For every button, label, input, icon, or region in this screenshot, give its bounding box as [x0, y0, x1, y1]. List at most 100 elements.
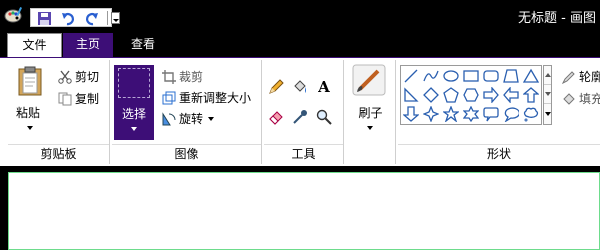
tab-view[interactable]: 查看: [118, 33, 168, 57]
customize-qat-button[interactable]: [111, 12, 120, 24]
rounded-rectangle-shape-icon: [483, 70, 499, 82]
eraser-tool[interactable]: [266, 107, 286, 127]
shapes-gallery-scrollbar[interactable]: [543, 65, 552, 125]
scroll-down-button[interactable]: [544, 85, 551, 104]
shape-right-triangle[interactable]: [402, 86, 420, 104]
image-group-label: 图像: [112, 144, 261, 162]
clipboard-group: 粘贴 剪切 复制 剪贴板: [8, 60, 110, 164]
outline-button[interactable]: 轮廓: [562, 68, 600, 85]
pencil-tool[interactable]: [266, 77, 286, 97]
save-icon: [37, 11, 51, 25]
paste-dropdown-arrow-icon[interactable]: [27, 126, 33, 130]
shape-left-arrow[interactable]: [502, 86, 520, 104]
shape-rounded-callout[interactable]: [482, 105, 500, 123]
color-picker-tool[interactable]: [290, 107, 310, 127]
shape-four-point-star[interactable]: [422, 105, 440, 123]
oval-callout-shape-icon: [504, 107, 519, 122]
ribbon-tabs: 文件 主页 查看: [0, 30, 600, 57]
brushes-group[interactable]: 刷子: [346, 60, 396, 164]
shape-down-arrow[interactable]: [402, 105, 420, 123]
rotate-icon: [162, 111, 176, 125]
paste-label: 粘贴: [16, 106, 41, 120]
outline-pen-icon: [562, 70, 575, 84]
fill-tool[interactable]: [290, 77, 310, 97]
magnifier-icon: [316, 109, 332, 125]
tab-file[interactable]: 文件: [7, 33, 62, 57]
shape-five-point-star[interactable]: [442, 105, 460, 123]
title-bar: 无标题 - 画图: [0, 0, 600, 30]
up-arrow-shape-icon: [523, 87, 539, 103]
gallery-expand-button[interactable]: [544, 105, 551, 124]
cut-label: 剪切: [75, 70, 100, 84]
paint-app-icon[interactable]: [4, 7, 24, 23]
window-title: 无标题 - 画图: [518, 11, 596, 26]
save-button[interactable]: [35, 10, 53, 26]
chevron-down-icon: [545, 92, 551, 96]
cloud-callout-shape-icon: [523, 107, 539, 122]
ribbon: 粘贴 剪切 复制 剪贴板 选择 裁剪 重新调整大小 旋转 图像 A 工具 刷子 …: [0, 57, 600, 166]
polygon-shape-icon: [503, 69, 519, 83]
undo-icon: [61, 12, 74, 25]
shape-right-arrow[interactable]: [482, 86, 500, 104]
eyedropper-icon: [293, 110, 307, 124]
triangle-shape-icon: [523, 68, 539, 83]
rotate-button[interactable]: 旋转: [162, 110, 215, 127]
quick-access-toolbar: [30, 8, 120, 27]
six-point-star-shape-icon: [463, 106, 479, 122]
shape-rectangle[interactable]: [462, 67, 480, 85]
select-button[interactable]: 选择: [114, 65, 154, 140]
oval-shape-icon: [443, 70, 459, 82]
copy-label: 复制: [75, 92, 100, 106]
resize-button[interactable]: 重新调整大小: [162, 89, 251, 106]
rotate-dropdown-arrow-icon: [208, 116, 215, 121]
fill-button[interactable]: 填充: [562, 90, 600, 107]
shape-diamond[interactable]: [422, 86, 440, 104]
right-triangle-shape-icon: [404, 87, 419, 102]
paste-button[interactable]: 粘贴: [8, 60, 54, 140]
select-label: 选择: [121, 107, 146, 121]
shape-polygon[interactable]: [502, 67, 520, 85]
scissors-icon: [58, 70, 72, 84]
crop-label: 裁剪: [179, 70, 204, 84]
scroll-up-button[interactable]: [544, 66, 551, 85]
shape-hexagon[interactable]: [462, 86, 480, 104]
tab-home[interactable]: 主页: [63, 33, 113, 57]
five-point-star-shape-icon: [443, 106, 459, 122]
copy-icon: [58, 92, 72, 105]
crop-button[interactable]: 裁剪: [162, 68, 203, 85]
chevron-up-icon: [545, 73, 551, 77]
shape-up-arrow[interactable]: [522, 86, 540, 104]
drawing-canvas[interactable]: [8, 172, 600, 250]
text-a-icon: A: [318, 78, 330, 96]
text-tool[interactable]: A: [314, 77, 334, 97]
shape-six-point-star[interactable]: [462, 105, 480, 123]
shape-pentagon[interactable]: [442, 86, 460, 104]
shape-oval[interactable]: [442, 67, 460, 85]
cut-button[interactable]: 剪切: [58, 68, 99, 85]
shape-triangle[interactable]: [522, 67, 540, 85]
left-arrow-shape-icon: [503, 87, 519, 103]
magnifier-tool[interactable]: [314, 107, 334, 127]
curve-shape-icon: [423, 70, 439, 82]
select-rectangle-icon: [118, 68, 150, 98]
shape-line[interactable]: [402, 67, 420, 85]
fill-label: 填充: [579, 92, 600, 106]
copy-button[interactable]: 复制: [58, 90, 99, 107]
crop-icon: [162, 69, 176, 84]
redo-button[interactable]: [82, 10, 100, 26]
undo-button[interactable]: [59, 10, 77, 26]
shape-rounded-rectangle[interactable]: [482, 67, 500, 85]
shape-oval-callout[interactable]: [502, 105, 520, 123]
chevron-down-icon: [113, 19, 119, 22]
four-point-star-shape-icon: [423, 106, 439, 122]
shape-cloud-callout[interactable]: [522, 105, 540, 123]
eraser-icon: [269, 111, 283, 125]
right-arrow-shape-icon: [483, 87, 499, 103]
clipboard-paste-icon: [18, 66, 42, 96]
brush-icon: [352, 64, 386, 96]
pencil-icon: [269, 79, 284, 94]
brushes-dropdown-arrow-icon[interactable]: [367, 126, 373, 130]
line-shape-icon: [404, 69, 418, 83]
pentagon-shape-icon: [443, 87, 459, 103]
shape-curve[interactable]: [422, 67, 440, 85]
